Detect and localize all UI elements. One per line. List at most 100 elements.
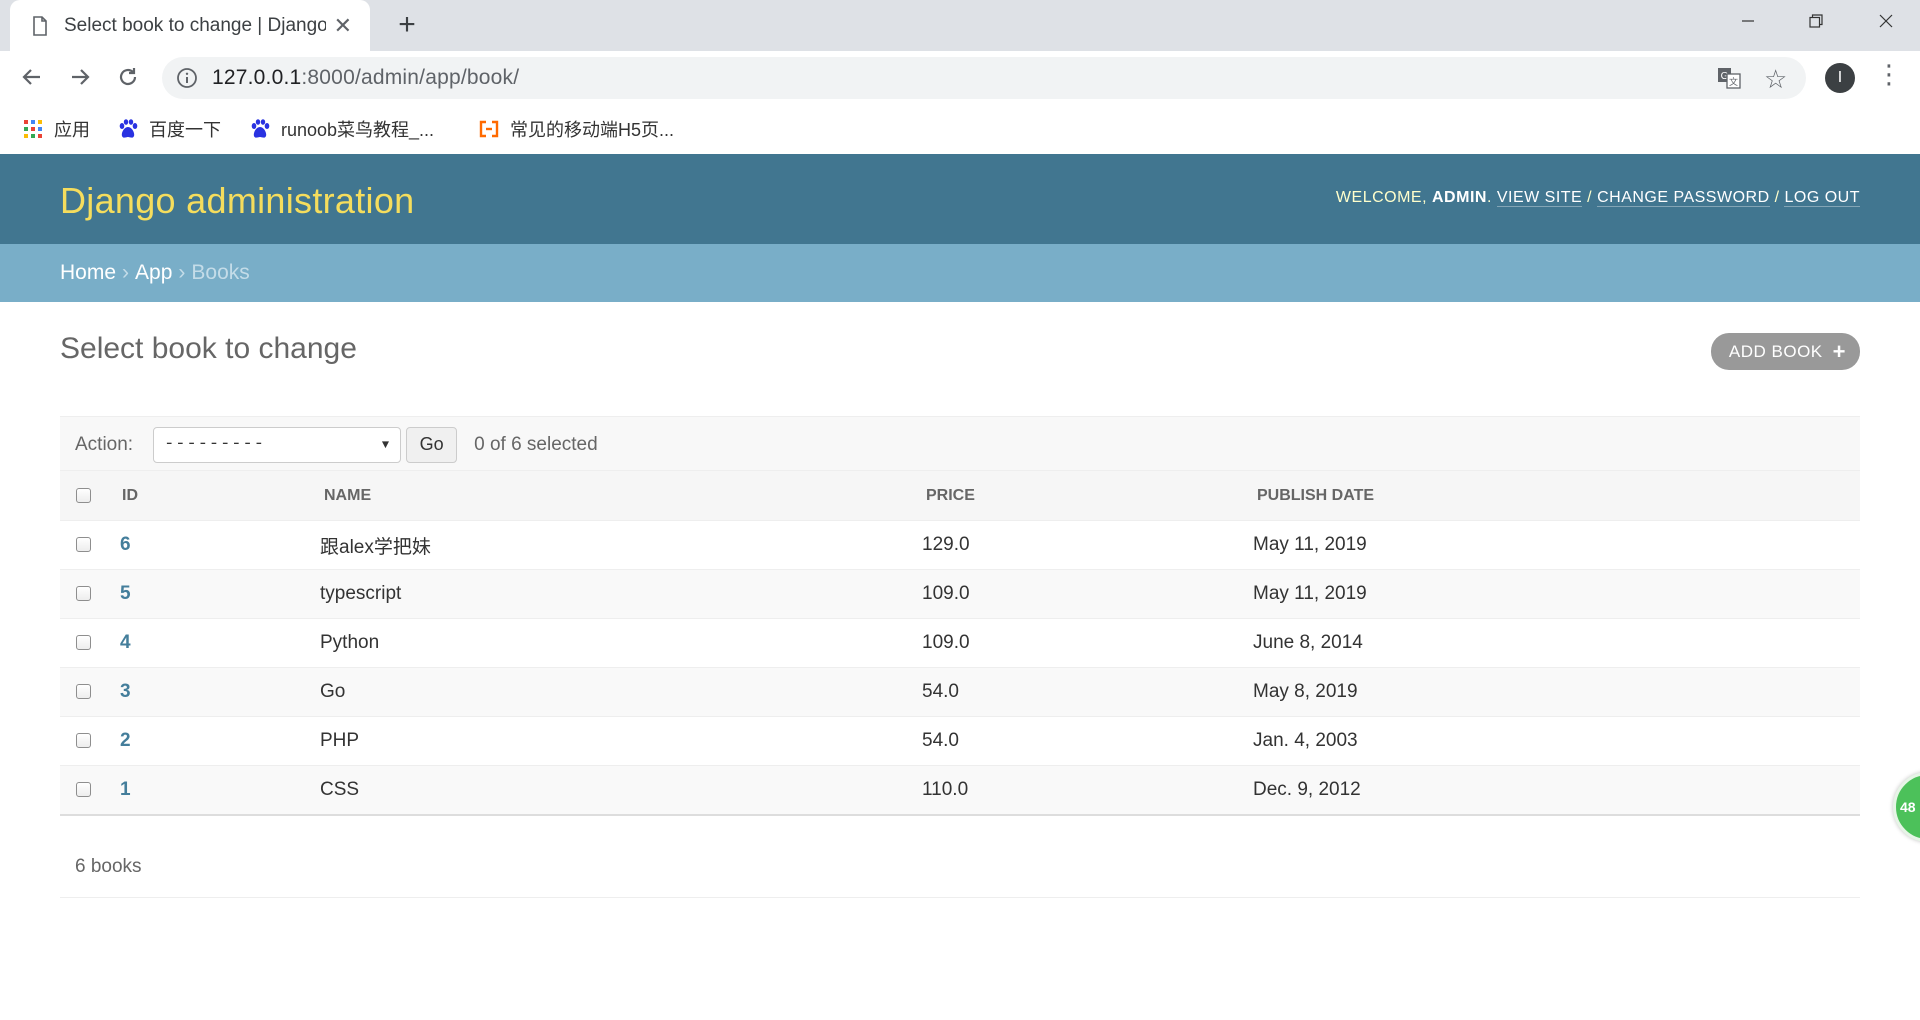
close-tab-icon[interactable]: ✕ bbox=[334, 14, 352, 37]
price-cell: 129.0 bbox=[922, 520, 1253, 570]
actions-bar: Action: --------- ▼ Go 0 of 6 selected bbox=[60, 416, 1860, 472]
browser-tab[interactable]: Select book to change | Django ✕ bbox=[10, 0, 370, 51]
bookmark-label: 应用 bbox=[54, 120, 90, 140]
user-tools: Welcome, admin. View site / Change passw… bbox=[1335, 189, 1860, 207]
action-select[interactable]: --------- ▼ bbox=[153, 426, 402, 463]
price-cell: 110.0 bbox=[922, 765, 1253, 816]
name-cell: PHP bbox=[320, 716, 922, 766]
column-header-price[interactable]: Price bbox=[922, 470, 1253, 521]
reload-icon[interactable] bbox=[110, 59, 146, 95]
bookmark-label: runoob菜鸟教程_... bbox=[281, 120, 435, 140]
row-checkbox[interactable] bbox=[76, 635, 91, 651]
admin-header: Django administration Welcome, admin. Vi… bbox=[0, 154, 1920, 244]
name-cell: Go bbox=[320, 667, 922, 717]
table-header-row: ID Name Price Publish date bbox=[60, 470, 1860, 521]
price-cell: 54.0 bbox=[922, 716, 1253, 766]
address-bar[interactable]: 127.0.0.1:8000/admin/app/book/ G 文 ☆ bbox=[162, 57, 1806, 99]
svg-text:文: 文 bbox=[1729, 76, 1738, 88]
action-label: Action: bbox=[75, 433, 134, 455]
row-checkbox[interactable] bbox=[76, 684, 91, 700]
id-cell: 3 bbox=[120, 667, 320, 717]
row-select-cell bbox=[60, 667, 120, 717]
price-cell: 109.0 bbox=[922, 618, 1253, 668]
breadcrumb-home[interactable]: Home bbox=[60, 261, 116, 284]
action-selected-option: --------- bbox=[164, 435, 265, 454]
baidu-paw-icon bbox=[251, 119, 270, 138]
breadcrumb-separator: › bbox=[178, 261, 186, 284]
bookmark-apps[interactable]: 应用 bbox=[22, 116, 90, 142]
id-cell: 6 bbox=[120, 520, 320, 570]
add-book-button[interactable]: Add book + bbox=[1710, 333, 1860, 370]
new-tab-icon[interactable]: + bbox=[390, 8, 424, 42]
book-id-link[interactable]: 6 bbox=[120, 534, 131, 555]
select-all-checkbox[interactable] bbox=[76, 487, 91, 503]
url-path: :8000/admin/app/book/ bbox=[301, 66, 520, 89]
profile-avatar[interactable]: I bbox=[1825, 63, 1855, 93]
select-all-column bbox=[60, 470, 120, 521]
username: admin bbox=[1432, 189, 1487, 206]
log-out-link[interactable]: Log out bbox=[1784, 189, 1860, 207]
row-checkbox[interactable] bbox=[76, 733, 91, 749]
publish-date-cell: May 11, 2019 bbox=[1253, 520, 1860, 570]
row-select-cell bbox=[60, 765, 120, 816]
bookmark-label: 百度一下 bbox=[149, 120, 221, 140]
site-branding[interactable]: Django administration bbox=[60, 180, 415, 222]
url-host: 127.0.0.1 bbox=[212, 66, 302, 89]
bookmark-label: 常见的移动端H5页... bbox=[510, 120, 675, 140]
table-row: 5 typescript 109.0 May 11, 2019 bbox=[60, 569, 1860, 619]
name-cell: CSS bbox=[320, 765, 922, 816]
table-row: 4 Python 109.0 June 8, 2014 bbox=[60, 618, 1860, 668]
translate-icon[interactable]: G 文 bbox=[1716, 65, 1742, 91]
column-header-name[interactable]: Name bbox=[320, 470, 922, 521]
book-id-link[interactable]: 3 bbox=[120, 681, 131, 702]
bookmarks-bar: 应用 百度一下 runoob菜鸟教程_... 常见的移动端H5页... bbox=[0, 104, 1920, 154]
price-cell: 109.0 bbox=[922, 569, 1253, 619]
row-checkbox[interactable] bbox=[76, 537, 91, 553]
browser-toolbar: 127.0.0.1:8000/admin/app/book/ G 文 ☆ I ⋮ bbox=[0, 51, 1920, 104]
breadcrumb-app[interactable]: App bbox=[135, 261, 172, 284]
publish-date-cell: Dec. 9, 2012 bbox=[1253, 765, 1860, 816]
back-arrow-icon[interactable] bbox=[14, 59, 50, 95]
column-header-id[interactable]: ID bbox=[120, 470, 320, 521]
breadcrumb: Home › App › Books bbox=[0, 244, 1920, 302]
column-header-publish-date[interactable]: Publish date bbox=[1253, 470, 1860, 521]
bookmark-h5[interactable]: 常见的移动端H5页... bbox=[478, 116, 674, 142]
publish-date-cell: May 11, 2019 bbox=[1253, 569, 1860, 619]
id-cell: 1 bbox=[120, 765, 320, 816]
floating-badge[interactable]: 48 bbox=[1893, 772, 1920, 842]
row-select-cell bbox=[60, 569, 120, 619]
url-text[interactable]: 127.0.0.1:8000/admin/app/book/ bbox=[212, 66, 519, 90]
book-id-link[interactable]: 4 bbox=[120, 632, 131, 653]
id-cell: 4 bbox=[120, 618, 320, 668]
forward-arrow-icon[interactable] bbox=[62, 59, 98, 95]
row-checkbox[interactable] bbox=[76, 782, 91, 798]
book-id-link[interactable]: 5 bbox=[120, 583, 131, 604]
bookmark-baidu[interactable]: 百度一下 bbox=[117, 116, 221, 142]
dropdown-arrow-icon: ▼ bbox=[381, 437, 391, 452]
browser-menu-icon[interactable]: ⋮ bbox=[1876, 61, 1902, 87]
paginator: 6 books bbox=[60, 836, 1860, 898]
bookmark-runoob[interactable]: runoob菜鸟教程_... bbox=[249, 116, 434, 142]
table-row: 1 CSS 110.0 Dec. 9, 2012 bbox=[60, 765, 1860, 816]
minimize-icon[interactable] bbox=[1714, 0, 1782, 42]
site-info-icon[interactable] bbox=[176, 67, 198, 89]
name-cell: 跟alex学把妹 bbox=[320, 520, 922, 570]
breadcrumb-current: Books bbox=[191, 261, 250, 284]
table-row: 3 Go 54.0 May 8, 2019 bbox=[60, 667, 1860, 717]
view-site-link[interactable]: View site bbox=[1496, 189, 1583, 207]
row-checkbox[interactable] bbox=[76, 586, 91, 602]
page-title: Select book to change bbox=[60, 332, 357, 365]
publish-date-cell: May 8, 2019 bbox=[1253, 667, 1860, 717]
restore-icon[interactable] bbox=[1782, 0, 1850, 42]
browser-tabstrip: Select book to change | Django ✕ + bbox=[0, 0, 1920, 51]
change-password-link[interactable]: Change password bbox=[1597, 189, 1770, 207]
orange-bracket-icon bbox=[479, 120, 499, 138]
tab-title: Select book to change | Django bbox=[64, 14, 326, 36]
book-id-link[interactable]: 2 bbox=[120, 730, 131, 751]
bookmark-star-icon[interactable]: ☆ bbox=[1764, 64, 1787, 95]
close-window-icon[interactable] bbox=[1852, 0, 1920, 42]
book-id-link[interactable]: 1 bbox=[120, 779, 131, 800]
welcome-text: Welcome, bbox=[1335, 189, 1428, 206]
publish-date-cell: June 8, 2014 bbox=[1253, 618, 1860, 668]
go-button[interactable]: Go bbox=[406, 426, 458, 463]
